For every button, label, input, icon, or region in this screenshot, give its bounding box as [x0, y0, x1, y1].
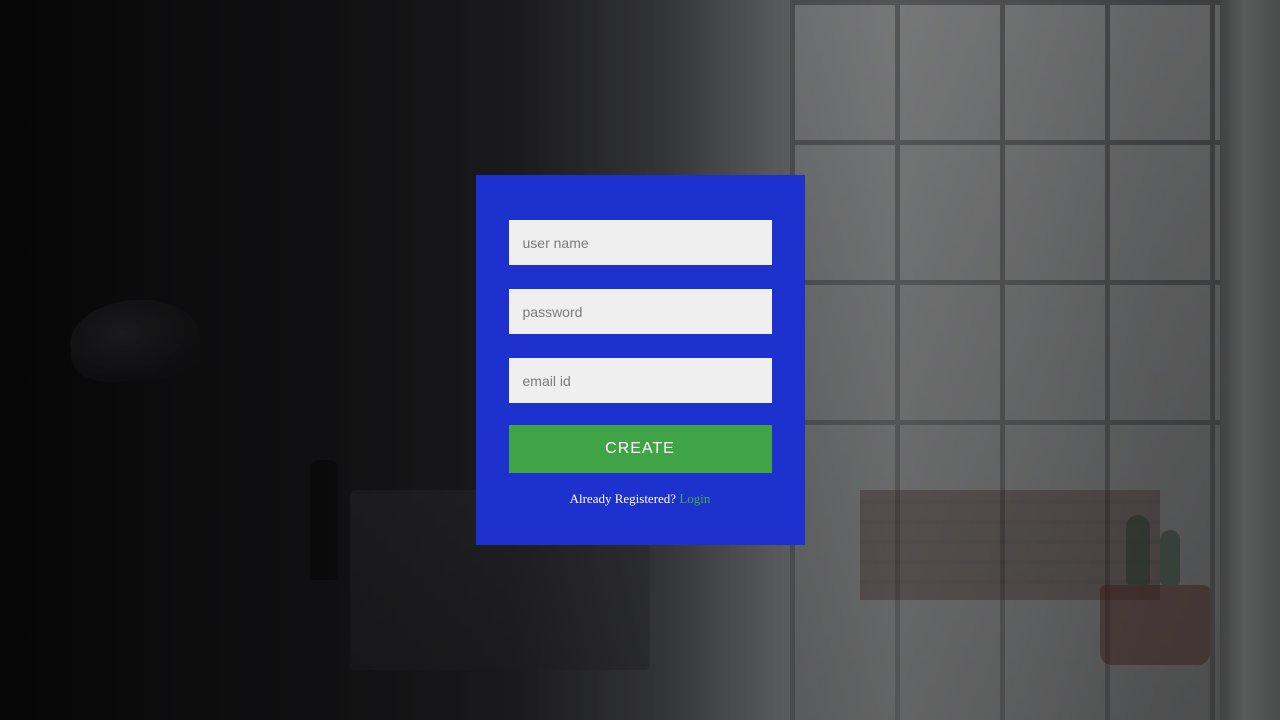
email-input[interactable]: [509, 358, 772, 403]
create-button[interactable]: CREATE: [509, 425, 772, 473]
footer-text: Already Registered? Login: [509, 491, 772, 507]
login-link[interactable]: Login: [679, 491, 710, 506]
username-input[interactable]: [509, 220, 772, 265]
already-registered-label: Already Registered?: [570, 491, 680, 506]
signup-card: CREATE Already Registered? Login: [476, 175, 805, 545]
password-input[interactable]: [509, 289, 772, 334]
